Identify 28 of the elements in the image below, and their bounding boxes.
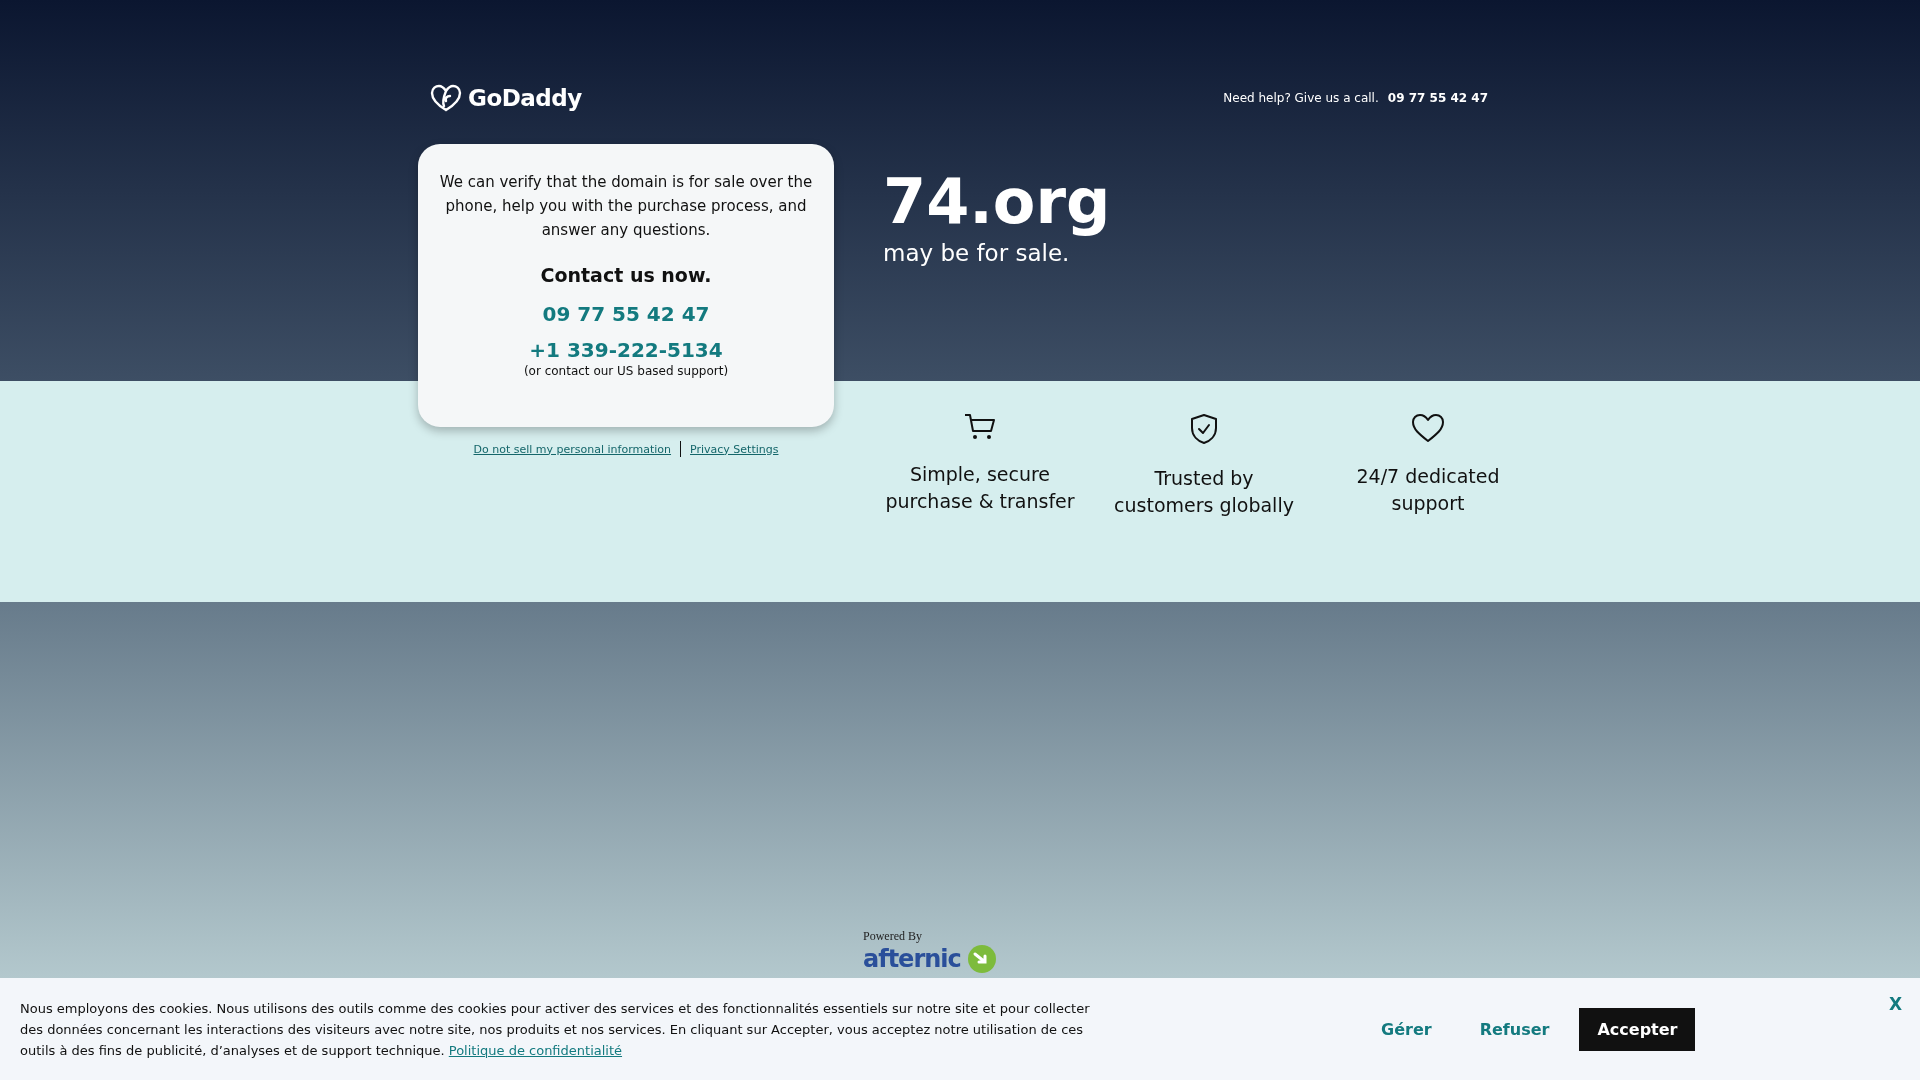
shield-check-icon [1190, 413, 1218, 446]
brand-logo-text: GoDaddy [468, 85, 582, 111]
feature-label: Trusted by customers globally [1113, 466, 1295, 519]
powered-by-label: Powered By [863, 929, 923, 944]
support-note: (or contact our US based support) [523, 364, 729, 378]
card-heading: Contact us now. [540, 264, 712, 286]
text-button[interactable]: Refuser [1461, 1007, 1568, 1051]
heart-icon [1411, 413, 1445, 444]
accept-button[interactable]: Accepter [1579, 1007, 1696, 1051]
afternic-logo-text: afternic [863, 945, 961, 973]
help-phone: 09 77 55 42 47 [1387, 91, 1488, 105]
phone-link[interactable]: +1 339-222-5134 [529, 338, 723, 362]
cart-icon [964, 413, 996, 442]
domain-name: 74.org [883, 168, 1112, 237]
legal-link[interactable]: Privacy Settings [690, 442, 779, 456]
legal-link[interactable]: Do not sell my personal information [473, 442, 672, 456]
policy-link[interactable]: Politique de confidentialité [448, 1042, 623, 1058]
feature-label: Simple, secure purchase & transfer [884, 462, 1076, 515]
arrows-circle-icon [966, 944, 997, 974]
card-intro: We can verify that the domain is for sale over the phone, help you with the purchase process, and answer any questions. [438, 172, 814, 241]
text-button[interactable]: Gérer [1363, 1007, 1450, 1051]
close-button[interactable]: X [1886, 992, 1904, 1016]
heart-logo-icon [430, 84, 462, 112]
cookie-text: Nous employons des cookies. Nous utilisons des outils comme des cookies pour activer des services et des fonctionnalités essentiels sur notre site et pour collecter des données concernant les interactions des visiteurs avec notre site, nos produits et nos services. En cliquant sur Accepter, vous acceptez notre utilisation de ces outils à des fins de publicité, d’analyses et de support technique. Politique de confidentialité [20, 999, 1091, 1060]
domain-subtitle: may be for sale. [883, 240, 1071, 267]
phone-link[interactable]: 09 77 55 42 47 [542, 302, 710, 326]
feature-label: 24/7 dedicated support [1355, 464, 1501, 517]
help-text: Need help? Give us a call. [1223, 91, 1379, 105]
